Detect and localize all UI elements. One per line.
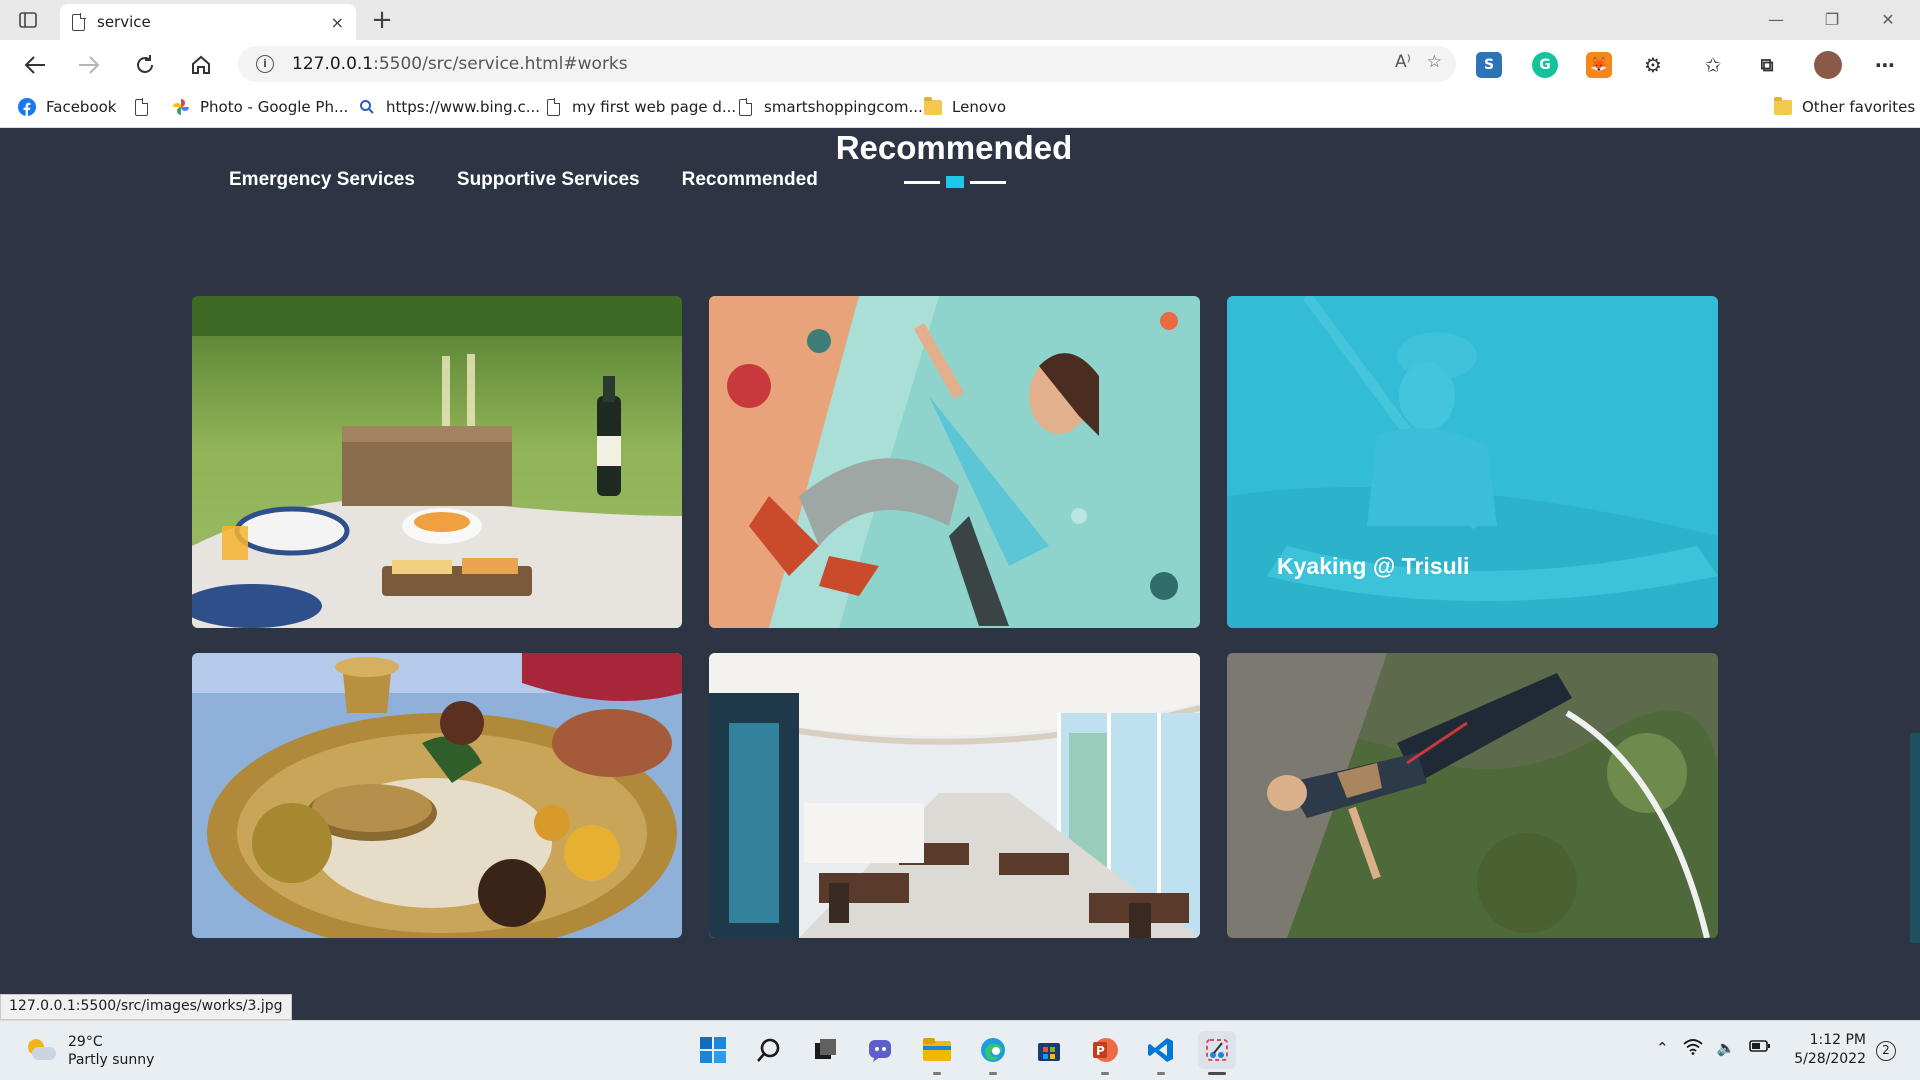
extensions-icon[interactable]: ⚙ — [1640, 52, 1666, 78]
windows-taskbar: 29°C Partly sunny P ⌃ 🔈 1:12 PM 5/28/202… — [0, 1020, 1920, 1080]
profile-avatar[interactable] — [1814, 51, 1842, 79]
new-tab-button[interactable]: + — [368, 6, 396, 34]
page-icon — [72, 12, 86, 31]
volume-icon[interactable]: 🔈 — [1717, 1039, 1736, 1059]
windows-start-icon[interactable] — [694, 1031, 732, 1069]
powerpoint-icon[interactable]: P — [1086, 1031, 1124, 1075]
heading-divider — [904, 176, 1006, 188]
svg-text:P: P — [1096, 1044, 1105, 1058]
facebook-icon — [18, 98, 36, 116]
restore-icon[interactable]: ❐ — [1812, 6, 1852, 34]
bookmark-smartshopping[interactable]: smartshoppingcom... — [736, 97, 923, 116]
taskbar-apps: P — [694, 1031, 1236, 1075]
bookmark-folder-other-favorites[interactable]: Other favorites — [1774, 96, 1915, 116]
chevron-up-icon[interactable]: ⌃ — [1656, 1039, 1669, 1059]
task-view-icon[interactable] — [806, 1031, 844, 1069]
bungee-image — [1227, 653, 1718, 938]
nepali-thali-image — [192, 653, 682, 938]
address-bar[interactable]: i 127.0.0.1:5500/src/service.html#works … — [238, 46, 1456, 82]
page-icon — [736, 97, 754, 116]
gallery-item-nepali-thali[interactable] — [192, 653, 682, 938]
microsoft-store-icon[interactable] — [1030, 1031, 1068, 1069]
folder-icon — [924, 96, 942, 116]
home-icon[interactable] — [186, 50, 216, 80]
page-icon — [544, 97, 562, 116]
add-favorite-icon[interactable]: ☆ — [1427, 52, 1442, 72]
bing-search-icon — [358, 98, 376, 116]
page-scrollbar-thumb[interactable] — [1910, 733, 1920, 943]
bookmark-google-photos[interactable]: Photo - Google Ph... — [172, 98, 348, 116]
collections-icon[interactable]: ⧉ — [1754, 52, 1780, 78]
favorites-icon[interactable]: ✩ — [1700, 52, 1726, 78]
vscode-icon[interactable] — [1142, 1031, 1180, 1075]
edge-browser-icon[interactable] — [974, 1031, 1012, 1075]
gallery-item-picnic[interactable] — [192, 296, 682, 628]
system-clock[interactable]: 1:12 PM 5/28/2022 — [1790, 1031, 1866, 1069]
gallery-caption: Kyaking @ Trisuli — [1277, 553, 1470, 579]
weather-widget[interactable]: 29°C Partly sunny — [26, 1033, 154, 1069]
filter-emergency-services[interactable]: Emergency Services — [229, 169, 415, 191]
tab-title: service — [97, 13, 151, 31]
portfolio-filters: Emergency Services Supportive Services R… — [229, 169, 818, 191]
active-tab[interactable]: service × — [60, 4, 356, 40]
weather-temperature: 29°C — [68, 1034, 103, 1050]
teams-chat-icon[interactable] — [862, 1031, 900, 1069]
bookmark-bing[interactable]: https://www.bing.c... — [358, 98, 540, 116]
bookmark-folder-lenovo[interactable]: Lenovo — [924, 96, 1006, 116]
search-icon[interactable] — [750, 1031, 788, 1069]
weather-condition: Partly sunny — [68, 1052, 155, 1068]
picnic-image — [192, 296, 682, 628]
tab-actions-icon[interactable] — [16, 8, 40, 32]
more-menu-icon[interactable]: ⋯ — [1872, 52, 1898, 78]
gallery-item-climbing[interactable] — [709, 296, 1200, 628]
bookmark-facebook[interactable]: Facebook — [18, 98, 116, 116]
clock-date: 5/28/2022 — [1794, 1051, 1866, 1067]
close-tab-icon[interactable]: × — [331, 13, 344, 32]
browser-toolbar: i 127.0.0.1:5500/src/service.html#works … — [0, 40, 1920, 88]
system-tray: ⌃ 🔈 — [1656, 1039, 1771, 1059]
bookmark-page[interactable] — [132, 97, 160, 116]
grammarly-icon[interactable]: G — [1532, 52, 1558, 78]
close-window-icon[interactable]: ✕ — [1868, 6, 1908, 34]
battery-icon[interactable] — [1749, 1039, 1771, 1059]
minimize-icon[interactable]: — — [1756, 6, 1796, 34]
refresh-icon[interactable] — [130, 50, 160, 80]
filter-supportive-services[interactable]: Supportive Services — [457, 169, 640, 191]
climbing-image — [709, 296, 1200, 628]
notification-badge[interactable]: 2 — [1876, 1041, 1896, 1061]
section-heading: Recommended — [835, 129, 1073, 166]
tab-bar: service × + — ❐ ✕ — [0, 0, 1920, 40]
restaurant-image — [709, 653, 1200, 938]
folder-icon — [1774, 96, 1792, 116]
link-status-url: 127.0.0.1:5500/src/images/works/3.jpg — [0, 994, 292, 1020]
bookmarks-bar: Facebook Photo - Google Ph... https://ww… — [0, 88, 1920, 128]
forward-icon[interactable] — [74, 50, 104, 80]
back-icon[interactable] — [20, 50, 50, 80]
page-content: Recommended Emergency Services Supportiv… — [0, 129, 1920, 1019]
snipping-tool-icon[interactable] — [1198, 1031, 1236, 1075]
filter-recommended[interactable]: Recommended — [682, 169, 818, 191]
url-text[interactable]: 127.0.0.1:5500/src/service.html#works — [292, 54, 628, 74]
page-icon — [132, 97, 150, 116]
clock-time: 1:12 PM — [1809, 1032, 1866, 1048]
wifi-icon[interactable] — [1682, 1039, 1703, 1059]
gallery-item-bungee[interactable] — [1227, 653, 1718, 938]
google-photos-icon — [172, 98, 190, 116]
file-explorer-icon[interactable] — [918, 1031, 956, 1075]
site-info-icon[interactable]: i — [256, 55, 274, 73]
gallery-item-kayaking[interactable]: Kyaking @ Trisuli — [1227, 296, 1718, 628]
gallery-item-restaurant[interactable] — [709, 653, 1200, 938]
bookmark-first-web-page[interactable]: my first web page d... — [544, 97, 736, 116]
partly-sunny-icon — [26, 1039, 56, 1063]
snipping-extension-icon[interactable]: S — [1476, 52, 1502, 78]
metamask-icon[interactable]: 🦊 — [1586, 52, 1612, 78]
read-aloud-icon[interactable]: A⁾ — [1395, 52, 1411, 72]
